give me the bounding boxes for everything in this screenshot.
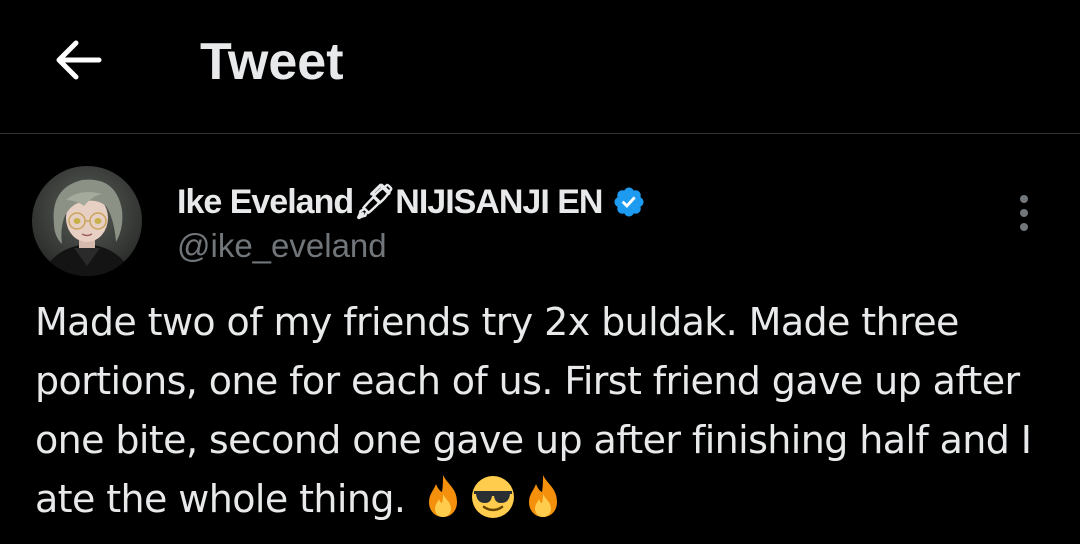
fire-emoji [528, 475, 557, 517]
author-name-part1: Ike Eveland [177, 183, 354, 221]
author-handle[interactable]: @ike_eveland [177, 224, 387, 268]
back-button[interactable] [40, 28, 116, 92]
more-options-button[interactable] [1000, 188, 1048, 238]
author-name-part2: NIJISANJI EN [395, 183, 603, 221]
avatar[interactable] [32, 166, 142, 276]
top-bar: Tweet [0, 0, 1080, 134]
fire-emoji [428, 475, 457, 517]
arrow-left-icon [56, 40, 102, 80]
fountain-pen-icon: 🖋 [353, 183, 396, 221]
tweet-body: Made two of my friends try 2x buldak. Ma… [35, 293, 1065, 529]
author-display-name[interactable]: Ike Eveland🖋NIJISANJI EN [177, 182, 603, 222]
more-vertical-icon [1020, 195, 1028, 231]
author-name-row: Ike Eveland🖋NIJISANJI EN [177, 180, 646, 224]
sunglasses-emoji [471, 476, 514, 518]
page-title: Tweet [200, 33, 344, 91]
verified-badge-icon [614, 187, 644, 217]
